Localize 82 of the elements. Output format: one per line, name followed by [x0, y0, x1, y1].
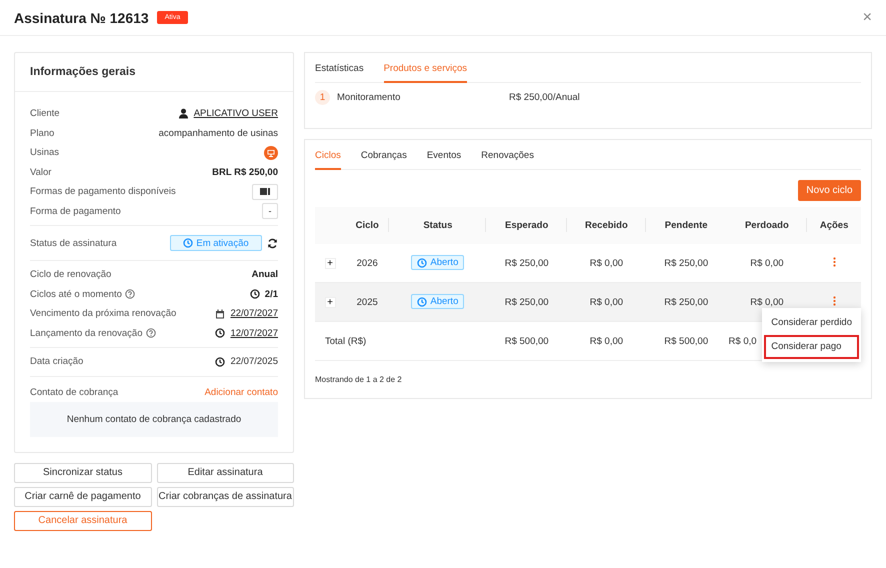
menu-item[interactable]: Considerar pago	[764, 335, 859, 359]
user-icon	[178, 108, 189, 120]
close-button[interactable]: ×	[862, 8, 872, 26]
table-cell: R$ 250,00	[504, 258, 549, 268]
card-title: Informações gerais	[15, 53, 293, 92]
clock-icon	[215, 356, 226, 367]
field-label: Data criação	[30, 356, 84, 368]
action-button[interactable]: Editar assinatura	[156, 462, 294, 482]
field-label: Ciclos até o momento	[30, 288, 122, 300]
field-label: Cliente	[30, 108, 60, 120]
help-icon[interactable]	[146, 328, 156, 338]
payment-method-field[interactable]: -	[262, 203, 278, 220]
clock-icon	[417, 296, 428, 307]
table-cell: R$ 250,00	[664, 258, 708, 268]
field-value: 22/07/2025	[230, 356, 278, 368]
clock-icon	[417, 258, 428, 268]
tab[interactable]: Renovações	[481, 140, 534, 170]
table-cell: R$ 250,00	[504, 296, 549, 308]
refresh-icon[interactable]	[267, 238, 278, 248]
field-label: Vencimento da próxima renovação	[30, 308, 176, 320]
action-button[interactable]: Sincronizar status	[14, 462, 152, 482]
field-label: Lançamento da renovação	[30, 328, 142, 339]
more-icon[interactable]	[832, 296, 836, 306]
action-button[interactable]: Criar cobranças de assinatura	[156, 486, 294, 506]
field-label: Usinas	[30, 147, 60, 158]
expand-button[interactable]: +	[324, 296, 336, 308]
tab[interactable]: Cobranças	[360, 140, 407, 170]
field-label: Contato de cobrança	[30, 386, 118, 398]
step-number: 1	[315, 90, 330, 104]
column-header: Perdoado	[744, 220, 789, 231]
column-header: Esperado	[504, 220, 548, 231]
table-cell: R$ 0,00	[590, 296, 624, 308]
menu-item[interactable]: Considerar perdido	[764, 311, 859, 335]
field-label: Status de assinatura	[30, 238, 117, 248]
field-label: Formas de pagamento disponíveis	[30, 186, 176, 198]
clock-icon	[250, 289, 260, 300]
table-cell: R$ 0,00	[590, 258, 624, 268]
status-tag: Aberto	[411, 255, 464, 270]
field-value: acompanhamento de usinas	[158, 128, 278, 139]
field-value: 2/1	[264, 288, 278, 300]
table-cell: R$ 500,00	[504, 336, 549, 346]
tab[interactable]: Estatísticas	[315, 53, 364, 83]
clock-icon	[215, 328, 226, 338]
tab[interactable]: Eventos	[426, 140, 462, 170]
table-cell: Total (R$)	[325, 336, 366, 346]
field-label: Plano	[30, 128, 54, 139]
action-button[interactable]: Criar carnê de pagamento	[14, 486, 152, 506]
table-cell: R$ 0,00	[750, 296, 784, 308]
expand-button[interactable]: +	[324, 258, 336, 268]
table-cell: R$ 0,0	[728, 336, 757, 346]
status-tag: Aberto	[411, 294, 464, 310]
column-header: Status	[423, 220, 452, 231]
pagination-text: Mostrando de 1 a 2 de 2	[315, 374, 403, 386]
product-price: R$ 250,00/Anual	[509, 92, 580, 102]
table-cell: 2025	[356, 296, 378, 308]
page-title: Assinatura № 12613	[14, 10, 149, 26]
date-link[interactable]: 22/07/2027	[230, 308, 278, 320]
field-label: Valor	[30, 166, 52, 178]
payment-method-icon	[252, 184, 278, 200]
field-value: BRL R$ 250,00	[212, 166, 278, 178]
table-cell: R$ 500,00	[664, 336, 708, 346]
table-cell: 2026	[356, 258, 378, 268]
help-icon[interactable]	[124, 289, 135, 300]
client-link[interactable]: APLICATIVO USER	[194, 108, 278, 120]
column-header: Recebido	[585, 220, 628, 231]
table-cell: R$ 250,00	[664, 296, 708, 308]
field-label: Ciclo de renovação	[30, 269, 112, 280]
status-tag: Em ativação	[170, 235, 262, 251]
more-icon[interactable]	[832, 256, 836, 266]
table-cell: R$ 0,00	[750, 258, 784, 268]
date-link[interactable]: 12/07/2027	[230, 328, 278, 339]
column-header: Ações	[820, 220, 848, 231]
field-label: Forma de pagamento	[30, 206, 121, 217]
monitor-icon[interactable]	[264, 146, 278, 160]
column-header: Pendente	[664, 220, 708, 231]
table-cell: R$ 0,00	[590, 336, 624, 346]
product-name: Monitoramento	[337, 92, 402, 102]
column-header: Ciclo	[356, 220, 379, 231]
empty-message: Nenhum contato de cobrança cadastrado	[30, 402, 278, 436]
calendar-icon	[215, 308, 226, 319]
field-value: Anual	[252, 269, 278, 280]
clock-icon	[183, 238, 194, 248]
